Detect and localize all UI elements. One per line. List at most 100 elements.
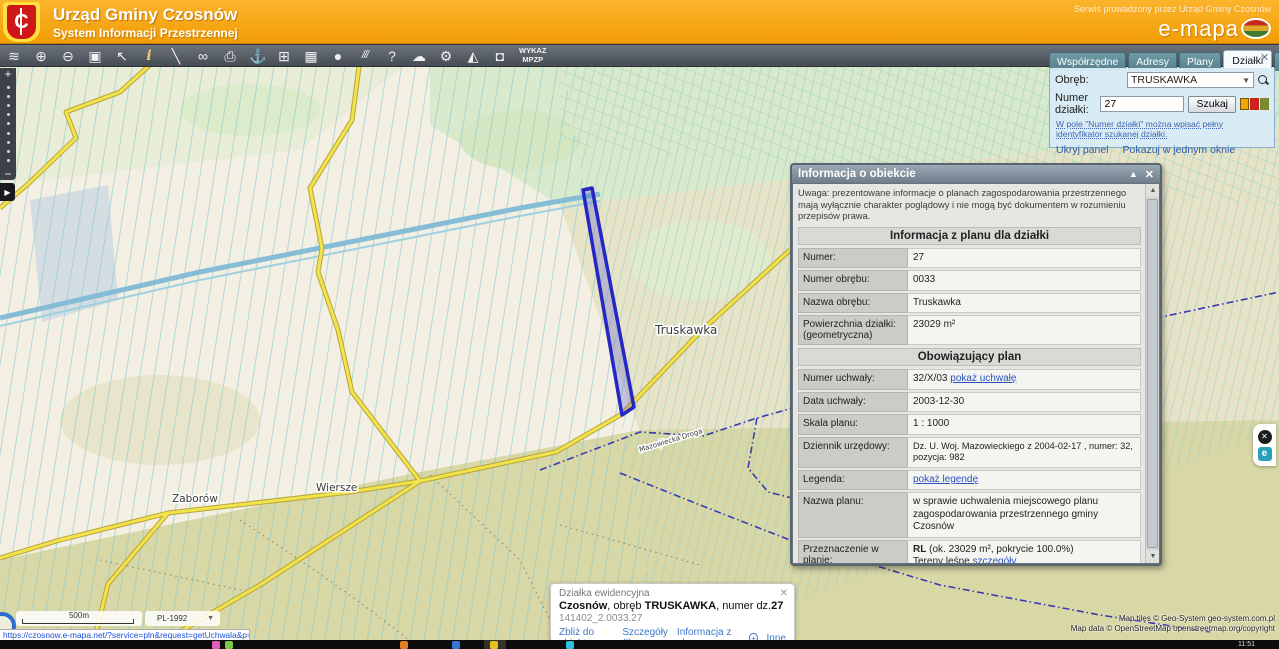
row-value: pokaż legendę: [908, 470, 1141, 491]
row-value: Dz. U. Woj. Mazowieckiego z 2004-02-17 ,…: [908, 437, 1141, 468]
scroll-down-icon[interactable]: ▼: [1146, 550, 1159, 563]
select-area-icon[interactable]: ▣: [87, 49, 103, 63]
scroll-up-icon[interactable]: ▲: [1146, 184, 1159, 197]
taskbar-icon-6[interactable]: [566, 641, 574, 649]
section-header-plot: Informacja z planu dla działki: [798, 227, 1141, 245]
page-subtitle: System Informacji Przestrzennej: [53, 26, 238, 40]
popup-close-icon[interactable]: ✕: [780, 588, 788, 599]
section-header-plan: Obowiązujący plan: [798, 348, 1141, 366]
table-row: Data uchwały: 2003-12-30: [798, 392, 1141, 413]
measure-icon[interactable]: ╲: [168, 49, 184, 63]
plan-warning-text: Uwaga: prezentowane informacje o planach…: [798, 188, 1141, 223]
popup-obreb: TRUSKAWKA: [645, 600, 717, 612]
search-icon[interactable]: [1258, 75, 1269, 86]
wykaz-line2: MPZP: [522, 55, 543, 64]
row-label: Skala planu:: [798, 414, 908, 435]
single-window-link[interactable]: Pokazuj w jednym oknie: [1123, 144, 1236, 156]
zoom-levels[interactable]: [7, 80, 10, 168]
service-note: Serwis prowadzony przez Urząd Gminy Czos…: [1074, 4, 1271, 14]
taskbar-icon-2[interactable]: [225, 641, 233, 649]
row-value: 32/X/03 pokaż uchwałę: [908, 369, 1141, 390]
row-value: w sprawie uchwalenia miejscowego planu z…: [908, 492, 1141, 538]
row-value: 1 : 1000: [908, 414, 1141, 435]
dialog-scrollbar[interactable]: ▲ ▼: [1145, 184, 1159, 563]
zoning-type: Tereny leśne: [913, 556, 970, 563]
settings-icon[interactable]: ⚙: [438, 49, 454, 63]
emapa-mini-icon[interactable]: e: [1258, 447, 1272, 461]
table-row: Legenda: pokaż legendę: [798, 470, 1141, 491]
print-icon[interactable]: ⎙: [222, 49, 238, 63]
row-label: Numer:: [798, 248, 908, 269]
info-icon[interactable]: i: [141, 49, 157, 63]
obreb-select[interactable]: TRUSKAWKA ▼: [1127, 72, 1254, 88]
numer-dzialki-input[interactable]: [1100, 96, 1184, 112]
row-value: 23029 m²: [908, 315, 1141, 345]
dialog-titlebar[interactable]: Informacja o obiekcie ▲ ✕: [792, 165, 1160, 183]
taskbar-icon-1[interactable]: [212, 641, 220, 649]
zoom-in-icon[interactable]: ⊕: [33, 49, 49, 63]
show-resolution-link[interactable]: pokaż uchwałę: [950, 373, 1016, 384]
zoning-code: RL: [913, 544, 926, 555]
table-row: Dziennik urzędowy: Dz. U. Woj. Mazowieck…: [798, 437, 1141, 468]
pointer-icon[interactable]: ↖: [114, 49, 130, 63]
zoom-plus-button[interactable]: +: [4, 68, 11, 80]
table-row: Numer obrębu: 0033: [798, 270, 1141, 291]
close-icon[interactable]: ✕: [1145, 168, 1154, 181]
show-legend-link[interactable]: pokaż legendę: [913, 474, 978, 485]
os-taskbar: 11:51: [0, 640, 1279, 649]
chevron-down-icon: ▼: [207, 615, 214, 622]
row-value: 0033: [908, 270, 1141, 291]
minimize-icon[interactable]: ▲: [1129, 169, 1138, 179]
taskbar-icon-3[interactable]: [400, 641, 408, 649]
row-label-line2: (geometryczna): [803, 330, 872, 341]
row-label: Dziennik urzędowy:: [798, 437, 908, 468]
projection-value: PL-1992: [157, 614, 187, 623]
dialog-body: Uwaga: prezentowane informacje o planach…: [793, 184, 1159, 563]
scrollbar-thumb[interactable]: [1147, 199, 1158, 548]
globe-icon: [1241, 18, 1271, 39]
zoom-out-icon[interactable]: ⊖: [60, 49, 76, 63]
projection-select[interactable]: PL-1992 ▼: [145, 611, 220, 626]
zoning-details-link[interactable]: szczegóły: [972, 556, 1016, 563]
comment-icon[interactable]: ●: [330, 49, 346, 63]
zoom-minus-button[interactable]: −: [4, 168, 11, 180]
share-icon[interactable]: ◘: [492, 49, 508, 63]
taskbar-icon-5[interactable]: [490, 641, 498, 649]
map-label-wiersze: Wiersze: [316, 482, 357, 494]
numer-dzialki-label: Numer działki:: [1055, 92, 1096, 116]
layers-icon[interactable]: ≋: [6, 49, 22, 63]
copy-windows-icon[interactable]: ⊞: [276, 49, 292, 63]
edge-widget-handle: ✕ e: [1253, 424, 1276, 466]
left-panel-expand-arrow[interactable]: ▶: [0, 183, 15, 201]
popup-town: Czosnów: [559, 600, 607, 612]
table-row: Numer: 27: [798, 248, 1141, 269]
dialog-title: Informacja o obiekcie: [798, 168, 916, 180]
table-row: Powierzchnia działki: (geometryczna) 230…: [798, 315, 1141, 345]
popup-parcel-id: 141402_2.0033.27: [559, 613, 786, 624]
hatch-icon[interactable]: ///: [357, 50, 373, 61]
legend-swatches: [1240, 98, 1269, 110]
attribution-osm[interactable]: Map data © OpenStreetMap openstreetmap.o…: [1071, 624, 1275, 634]
row-value: 2003-12-30: [908, 392, 1141, 413]
row-label: Przeznaczenie w planie:: [798, 540, 908, 563]
hide-panel-link[interactable]: Ukryj panel: [1056, 144, 1109, 156]
popup-parcel-line: Czosnów, obręb TRUSKAWKA, numer dz.27: [559, 600, 786, 612]
attribution-tiles[interactable]: Map tiles © Geo-System geo-system.com.pl: [1071, 614, 1275, 624]
anchor-icon[interactable]: ⚓: [249, 49, 265, 63]
table-row: Nazwa obrębu: Truskawka: [798, 293, 1141, 314]
map-attribution: Map tiles © Geo-System geo-system.com.pl…: [1071, 614, 1275, 635]
szukaj-button[interactable]: Szukaj: [1188, 96, 1236, 113]
link-icon[interactable]: ∞: [195, 49, 211, 63]
help-icon[interactable]: ?: [384, 49, 400, 63]
row-label: Nazwa planu:: [798, 492, 908, 538]
panel-close-icon[interactable]: ✕: [1260, 51, 1269, 64]
cloud-icon[interactable]: ☁: [411, 49, 427, 63]
wykaz-mpzp-button[interactable]: WYKAZ MPZP: [519, 47, 547, 64]
layout-icon[interactable]: ▦: [303, 49, 319, 63]
zoom-slider[interactable]: + −: [0, 68, 16, 180]
taskbar-clock: 11:51: [1238, 641, 1255, 648]
edge-close-icon[interactable]: ✕: [1258, 430, 1272, 444]
search-hint: W pole "Numer działki" można wpisać pełn…: [1056, 119, 1268, 140]
taskbar-icon-4[interactable]: [452, 641, 460, 649]
sails-icon[interactable]: ◭: [465, 49, 481, 63]
